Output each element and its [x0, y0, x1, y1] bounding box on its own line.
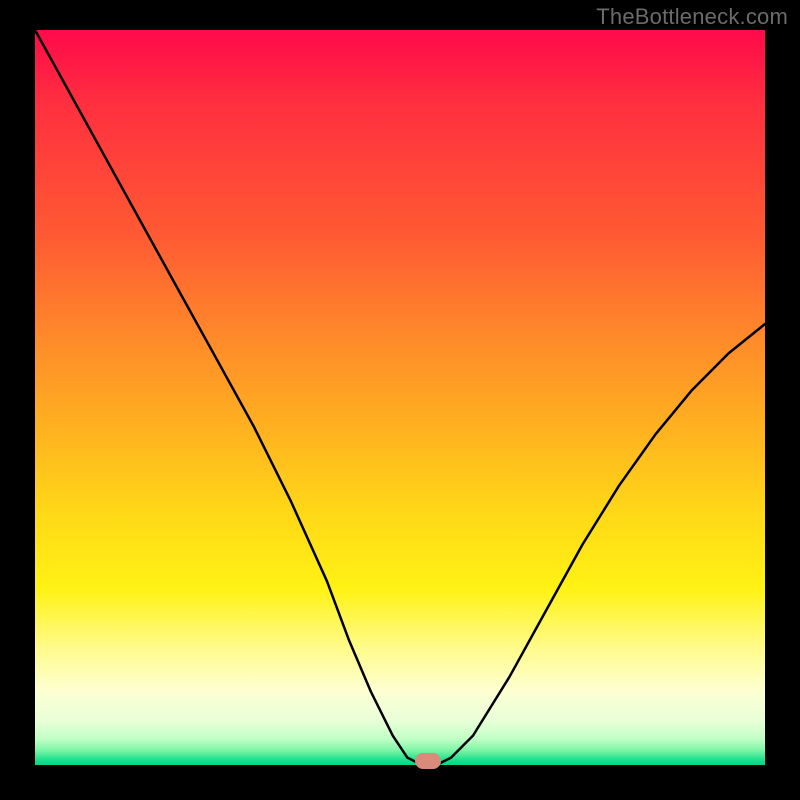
chart-frame: TheBottleneck.com [0, 0, 800, 800]
bottleneck-curve [35, 30, 765, 765]
watermark-text: TheBottleneck.com [596, 4, 788, 30]
plot-outer [35, 30, 765, 765]
optimal-marker [415, 753, 441, 769]
